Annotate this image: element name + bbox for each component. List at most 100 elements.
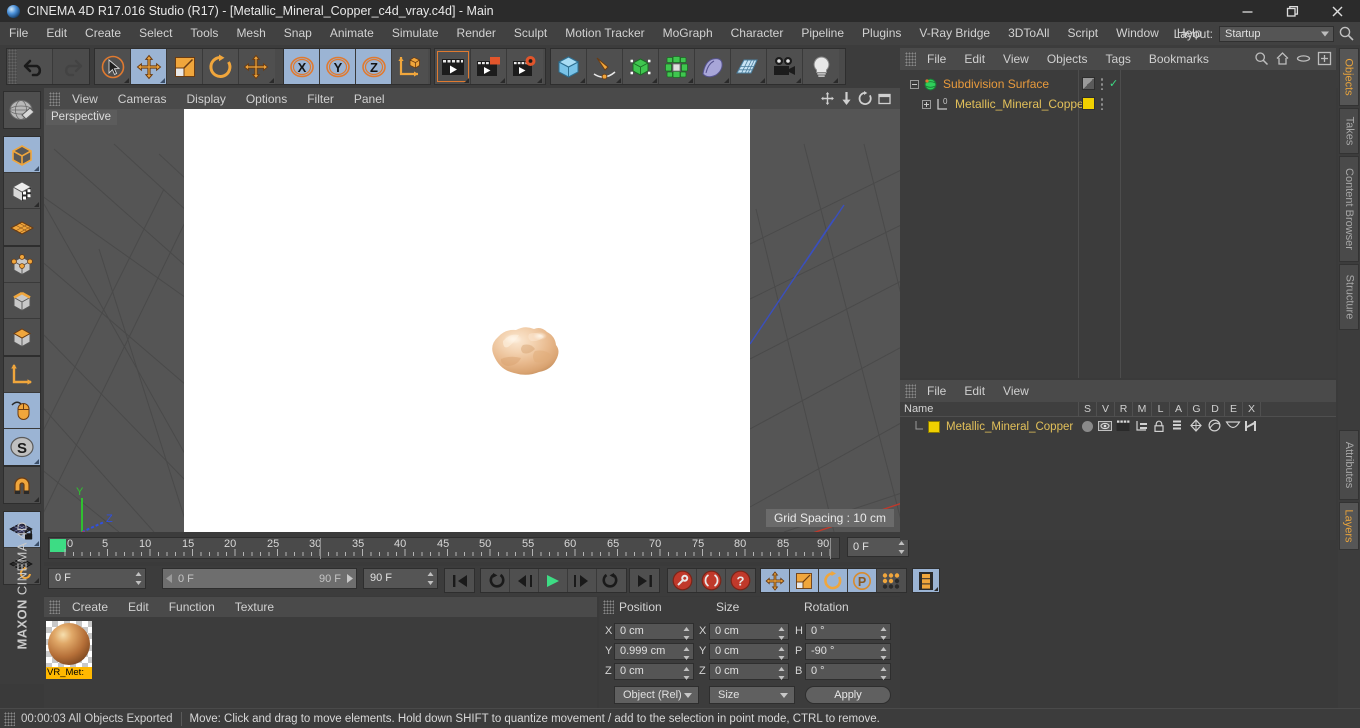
menu-character[interactable]: Character	[722, 22, 793, 45]
drag-grip[interactable]	[4, 711, 15, 726]
menu-plugins[interactable]: Plugins	[853, 22, 910, 45]
material-preview[interactable]	[46, 621, 92, 667]
menu-animate[interactable]: Animate	[321, 22, 383, 45]
object-row-subdivision-surface[interactable]: Subdivision Surface ✓	[900, 74, 1336, 94]
add-light-button[interactable]	[803, 49, 839, 84]
end-frame-field[interactable]: 90 F	[363, 568, 438, 589]
live-selection-tool[interactable]	[95, 49, 131, 84]
column-header-d[interactable]: D	[1205, 402, 1224, 417]
expand-toggle-icon[interactable]	[922, 99, 931, 109]
spinner-icon[interactable]	[427, 572, 434, 585]
xref-icon[interactable]	[1244, 420, 1257, 432]
lock-x-axis[interactable]: X	[284, 49, 320, 84]
drag-grip[interactable]	[8, 49, 17, 84]
points-mode-button[interactable]	[4, 247, 40, 283]
om-menu-file[interactable]: File	[918, 52, 955, 66]
drag-grip[interactable]	[905, 52, 916, 66]
lm-menu-file[interactable]: File	[918, 384, 955, 398]
size-y-field[interactable]: 0 cm	[709, 643, 789, 660]
go-to-next-key-button[interactable]	[597, 569, 626, 592]
step-back-button[interactable]	[510, 569, 539, 592]
material-list[interactable]: VR_Met:	[44, 617, 597, 708]
tab-content-browser[interactable]: Content Browser	[1339, 156, 1359, 262]
range-end-arrow-icon[interactable]	[345, 574, 354, 583]
spinner-icon[interactable]	[880, 647, 887, 660]
material-item[interactable]: VR_Met:	[46, 621, 92, 679]
layout-dropdown[interactable]: Startup	[1219, 25, 1334, 42]
texture-mode-button[interactable]	[4, 173, 40, 209]
menu-simulate[interactable]: Simulate	[383, 22, 448, 45]
record-scale-button[interactable]	[790, 569, 819, 592]
timeline-ruler[interactable]: 0 5 10 15 20 25 30 35 40 45 50 55 60 65 …	[48, 537, 840, 559]
maximize-button[interactable]	[1270, 0, 1315, 22]
maximize-view-icon[interactable]	[877, 91, 892, 106]
menu-file[interactable]: File	[0, 22, 37, 45]
column-header-e[interactable]: E	[1224, 402, 1242, 417]
edges-mode-button[interactable]	[4, 283, 40, 319]
keyframe-mode-button[interactable]	[913, 569, 939, 592]
record-active-objects-button[interactable]	[668, 569, 697, 592]
rotation-p-field[interactable]: -90 °	[805, 643, 891, 660]
lm-menu-view[interactable]: View	[994, 384, 1038, 398]
menu-edit[interactable]: Edit	[37, 22, 76, 45]
pan-view-icon[interactable]	[820, 91, 835, 106]
manager-tree-icon[interactable]	[1135, 420, 1148, 432]
record-parameter-button[interactable]: P	[848, 569, 877, 592]
menu-pipeline[interactable]: Pipeline	[792, 22, 853, 45]
current-frame-field[interactable]: 0 F	[48, 568, 146, 589]
object-tree[interactable]: Subdivision Surface ✓ 0 Metallic_Mineral…	[900, 70, 1336, 378]
object-axis-button[interactable]	[4, 357, 40, 393]
column-header-g[interactable]: G	[1187, 402, 1205, 417]
render-clapper-icon[interactable]	[1116, 420, 1130, 432]
material-menu-create[interactable]: Create	[62, 600, 118, 614]
record-rotation-button[interactable]	[819, 569, 848, 592]
menu-mograph[interactable]: MoGraph	[654, 22, 722, 45]
minimize-button[interactable]	[1225, 0, 1270, 22]
column-header-r[interactable]: R	[1114, 402, 1132, 417]
spinner-icon[interactable]	[683, 647, 690, 660]
render-settings-button[interactable]	[507, 49, 543, 84]
move-duplicate-tool[interactable]	[239, 49, 275, 84]
tab-objects[interactable]: Objects	[1339, 48, 1359, 106]
go-to-start-button[interactable]	[445, 569, 474, 592]
search-icon[interactable]	[1254, 51, 1269, 66]
viewport-menu-options[interactable]: Options	[236, 92, 297, 106]
column-header-s[interactable]: S	[1078, 402, 1096, 417]
add-deformer-button[interactable]	[695, 49, 731, 84]
drag-grip[interactable]	[49, 91, 60, 106]
om-menu-view[interactable]: View	[994, 52, 1038, 66]
layer-row[interactable]: Metallic_Mineral_Copper	[900, 418, 1336, 435]
spinner-icon[interactable]	[898, 541, 905, 554]
visible-eye-icon[interactable]	[1098, 420, 1112, 432]
material-menu-function[interactable]: Function	[159, 600, 225, 614]
spinner-icon[interactable]	[683, 627, 690, 640]
polygons-mode-button[interactable]	[4, 319, 40, 355]
menu-snap[interactable]: Snap	[275, 22, 321, 45]
size-x-field[interactable]: 0 cm	[709, 623, 789, 640]
viewport-menu-filter[interactable]: Filter	[297, 92, 344, 106]
soft-selection-button[interactable]: S	[4, 429, 40, 465]
timeline-frame-field[interactable]: 0 F	[847, 537, 909, 557]
om-menu-tags[interactable]: Tags	[1097, 52, 1140, 66]
collapse-toggle-icon[interactable]	[910, 79, 919, 89]
solo-dot-icon[interactable]	[1082, 421, 1093, 432]
add-array-button[interactable]	[659, 49, 695, 84]
tag-dots-icon[interactable]	[1100, 97, 1104, 110]
viewport-solo-button[interactable]	[4, 393, 40, 429]
column-header-v[interactable]: V	[1096, 402, 1114, 417]
render-view-button[interactable]	[435, 49, 471, 84]
tab-layers[interactable]: Layers	[1339, 502, 1359, 550]
position-x-field[interactable]: 0 cm	[614, 623, 694, 640]
lock-icon[interactable]	[1153, 420, 1165, 433]
autokeying-button[interactable]	[697, 569, 726, 592]
coordinate-mode-dropdown[interactable]: Object (Rel)	[614, 686, 699, 704]
rotation-h-field[interactable]: 0 °	[805, 623, 891, 640]
column-header-l[interactable]: L	[1151, 402, 1169, 417]
enabled-check-icon[interactable]: ✓	[1109, 77, 1118, 90]
tab-attributes[interactable]: Attributes	[1339, 430, 1359, 500]
tab-takes[interactable]: Takes	[1339, 108, 1359, 154]
spinner-icon[interactable]	[880, 667, 887, 680]
column-header-x[interactable]: X	[1242, 402, 1260, 417]
menu-script[interactable]: Script	[1058, 22, 1107, 45]
lock-z-axis[interactable]: Z	[356, 49, 392, 84]
